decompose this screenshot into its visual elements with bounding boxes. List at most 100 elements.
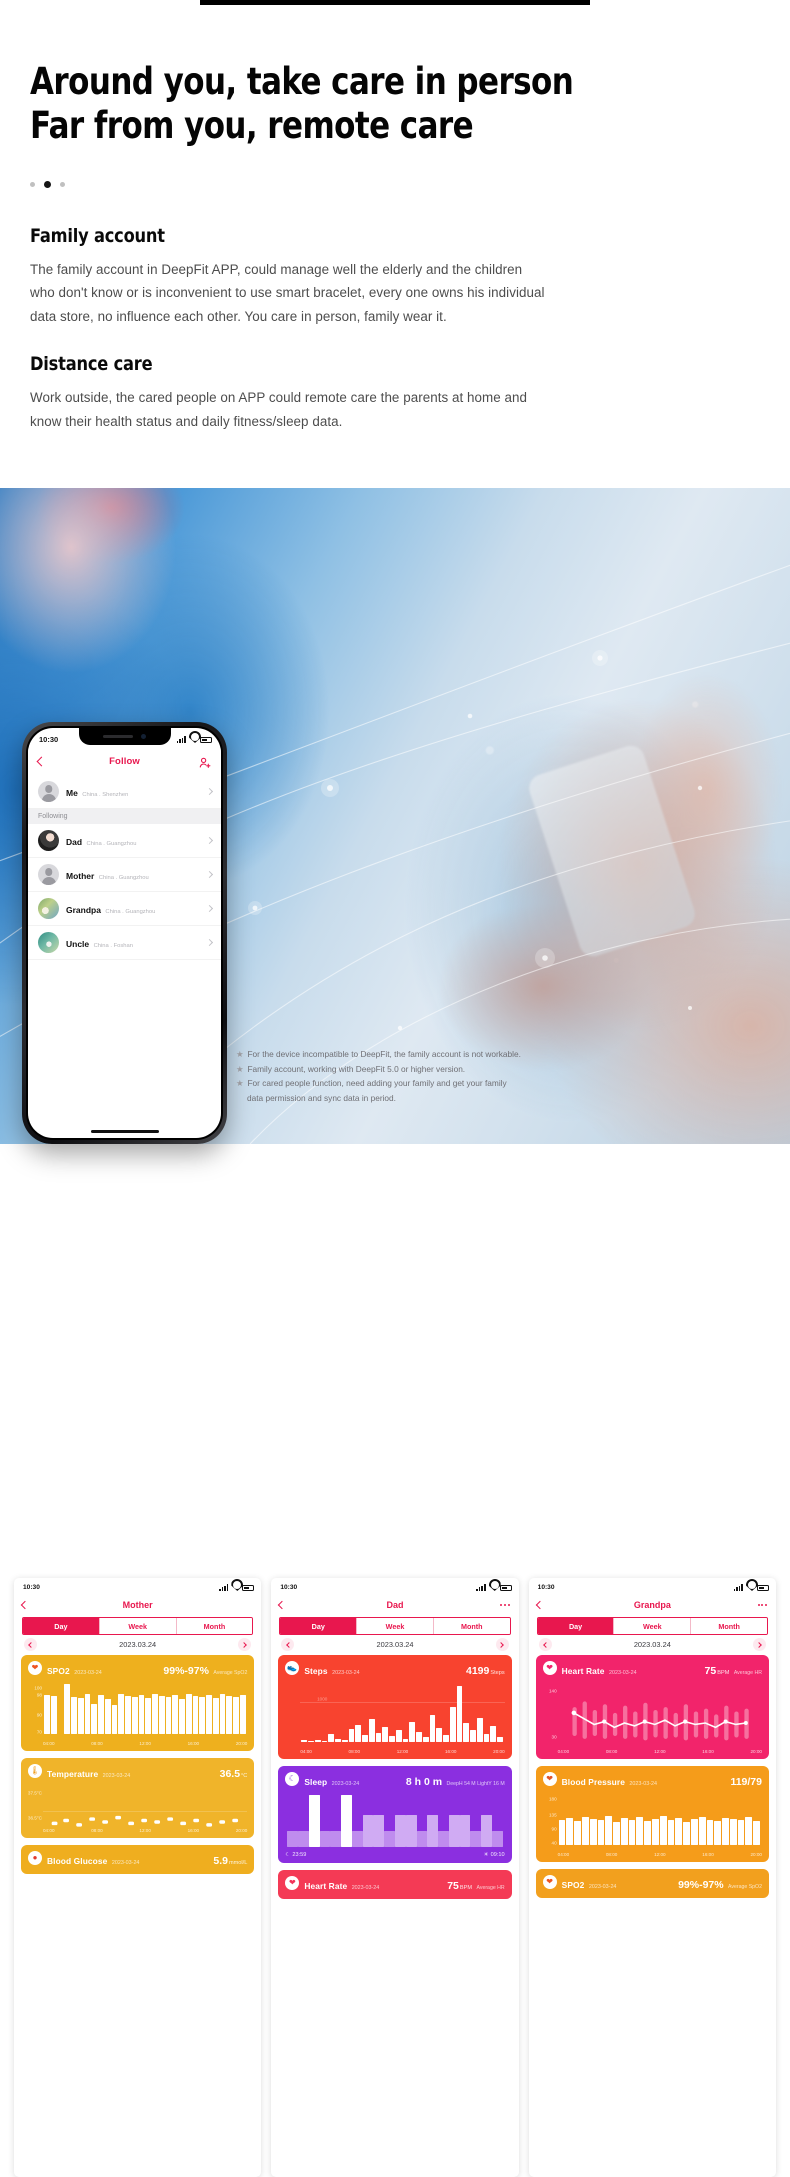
chevron-right-icon bbox=[205, 787, 214, 796]
prev-day-button[interactable] bbox=[281, 1638, 295, 1651]
metric-card-blood-glucose[interactable]: ● Blood Glucose 2023-03-24 5.9mmol/L bbox=[21, 1845, 255, 1874]
add-user-icon[interactable] bbox=[199, 756, 211, 768]
nav-bar: Grandpa bbox=[529, 1595, 776, 1615]
y-axis: 140 30 bbox=[543, 1684, 558, 1742]
tab-week[interactable]: Week bbox=[357, 1618, 434, 1634]
section-body-distance-care: Work outside, the cared people on APP co… bbox=[30, 390, 527, 429]
signal-icon bbox=[733, 1584, 743, 1591]
tab-month[interactable]: Month bbox=[691, 1618, 767, 1634]
tab-month[interactable]: Month bbox=[176, 1618, 253, 1634]
tab-day[interactable]: Day bbox=[537, 1618, 615, 1634]
metric-card-heart-rate[interactable]: ❤ Heart Rate 2023-03-24 75BPM Average HR bbox=[278, 1870, 512, 1899]
mini-phone-dad: 10:30 Dad Day Week Month 2023.03.24 👟 St… bbox=[271, 1578, 519, 2177]
card-date: 2023-03-24 bbox=[588, 1884, 617, 1890]
signal-icon bbox=[476, 1584, 486, 1591]
spo2-icon: ❤ bbox=[28, 1661, 42, 1675]
metric-card-blood-pressure[interactable]: ❤ Blood Pressure 2023-03-24 119/79 180 1… bbox=[535, 1766, 769, 1862]
card-title: Heart Rate bbox=[304, 1881, 348, 1891]
next-day-button[interactable] bbox=[752, 1638, 766, 1651]
chart-footer: ☾ 23:59 ☀ 09:10 bbox=[285, 1852, 504, 1858]
x-tick: 12:00 bbox=[654, 1852, 666, 1857]
card-value-unit: Steps bbox=[490, 1670, 505, 1676]
list-item-me[interactable]: Me China . Shenzhen bbox=[28, 775, 221, 809]
status-bar: 10:30 bbox=[14, 1578, 261, 1595]
period-segmented-control[interactable]: Day Week Month bbox=[279, 1617, 511, 1635]
footnote-text-continued: data permission and sync data in period. bbox=[247, 1092, 396, 1103]
period-segmented-control[interactable]: Day Week Month bbox=[22, 1617, 254, 1635]
status-time: 10:30 bbox=[23, 1584, 40, 1591]
hr-series bbox=[571, 1701, 749, 1741]
more-options-icon[interactable] bbox=[500, 1604, 510, 1606]
chart-blood-pressure: 180 135 90 40 04:00 08:00 12:00 16:00 20… bbox=[543, 1795, 762, 1858]
pressure-icon: ❤ bbox=[542, 1772, 557, 1786]
bullet-star-icon: ★ bbox=[236, 1063, 244, 1074]
x-tick: 16:00 bbox=[702, 1852, 714, 1857]
member-location: China . Guangzhou bbox=[98, 874, 149, 881]
x-tick: 08:00 bbox=[605, 1749, 618, 1754]
list-item[interactable]: Grandpa China . Guangzhou bbox=[28, 892, 221, 926]
list-item[interactable]: Mother China . Guangzhou bbox=[28, 858, 221, 892]
nav-bar: Mother bbox=[14, 1595, 261, 1615]
avatar bbox=[38, 898, 59, 919]
next-day-button[interactable] bbox=[495, 1638, 509, 1651]
status-time: 10:30 bbox=[39, 735, 59, 744]
battery-icon bbox=[200, 736, 212, 743]
card-value: 8 h 0 m bbox=[405, 1776, 443, 1788]
nav-bar: Dad bbox=[271, 1595, 518, 1615]
metric-card-spo2[interactable]: ❤ SPO2 2023-03-24 99%-97% Average SpO2 bbox=[535, 1869, 769, 1898]
carousel-dot-1[interactable] bbox=[30, 182, 35, 188]
prev-day-button[interactable] bbox=[24, 1638, 37, 1651]
tab-week[interactable]: Week bbox=[99, 1618, 177, 1634]
carousel-dots[interactable] bbox=[30, 179, 760, 191]
bar-series bbox=[558, 1795, 760, 1845]
footnote-text: For cared people function, need adding y… bbox=[247, 1078, 507, 1089]
list-item[interactable]: Dad China . Guangzhou bbox=[28, 824, 221, 858]
phone-notch bbox=[78, 728, 171, 745]
avatar bbox=[38, 830, 59, 851]
status-bar: 10:30 bbox=[271, 1578, 518, 1595]
card-date: 2023-03-24 bbox=[629, 1781, 657, 1787]
y-tick: 30 bbox=[551, 1734, 557, 1740]
next-day-button[interactable] bbox=[238, 1638, 252, 1651]
wifi-icon bbox=[489, 1584, 497, 1591]
metric-card-spo2[interactable]: ❤ SPO2 2023-03-24 99%-97% Average SpO2 1… bbox=[21, 1655, 255, 1751]
x-tick: 16:00 bbox=[187, 1741, 200, 1746]
page-title: Around you, take care in person Far from… bbox=[30, 60, 574, 148]
metric-card-heart-rate[interactable]: ❤ Heart Rate 2023-03-24 75BPM Average HR… bbox=[535, 1655, 769, 1759]
x-tick: 04:00 bbox=[43, 1828, 55, 1833]
prev-day-button[interactable] bbox=[538, 1638, 552, 1651]
period-segmented-control[interactable]: Day Week Month bbox=[536, 1617, 768, 1635]
metric-card-temperature[interactable]: 🌡 Temperature 2023-03-24 36.5°C 37.5°C 3… bbox=[21, 1758, 255, 1838]
x-tick: 04:00 bbox=[557, 1852, 570, 1857]
sleep-start-time: 23:59 bbox=[292, 1852, 307, 1858]
tab-day[interactable]: Day bbox=[23, 1618, 100, 1634]
tab-week[interactable]: Week bbox=[614, 1618, 692, 1634]
card-value: 36.5 bbox=[219, 1768, 241, 1780]
card-date: 2023-03-24 bbox=[74, 1670, 102, 1676]
card-unit: Average SpO2 bbox=[728, 1884, 762, 1890]
card-title: Sleep bbox=[304, 1777, 328, 1787]
card-value: 99%-97% bbox=[163, 1665, 209, 1677]
battery-icon bbox=[242, 1584, 255, 1591]
more-options-icon[interactable] bbox=[757, 1604, 767, 1606]
y-tick: 37.5°C bbox=[27, 1790, 42, 1796]
sleep-end-time: 09:10 bbox=[490, 1852, 505, 1858]
footnote-item: ★ Family account, working with DeepFit 5… bbox=[236, 1062, 576, 1077]
tab-month[interactable]: Month bbox=[433, 1618, 510, 1634]
list-item[interactable]: Uncle China . Foshan bbox=[28, 926, 221, 960]
battery-icon bbox=[499, 1584, 512, 1591]
metric-card-steps[interactable]: 👟 Steps 2023-03-24 4199Steps 1000 04:00 … bbox=[278, 1655, 512, 1759]
metric-card-list: 👟 Steps 2023-03-24 4199Steps 1000 04:00 … bbox=[271, 1655, 518, 2177]
chart-temperature: 37.5°C 36.5°C 04:00 08:00 12:00 16:00 20… bbox=[27, 1787, 248, 1833]
carousel-dot-2-active[interactable] bbox=[44, 181, 51, 189]
section-heading-distance-care: Distance care bbox=[30, 353, 153, 376]
carousel-dot-3[interactable] bbox=[60, 182, 65, 188]
status-time: 10:30 bbox=[537, 1584, 555, 1591]
phone-bezel: 10:30 Follow Me China . Shenzhen Followi… bbox=[26, 726, 223, 1140]
metric-card-sleep[interactable]: ☾ Sleep 2023-03-24 8 h 0 m DeepH 54 M Li… bbox=[278, 1766, 512, 1863]
card-title: SPO2 bbox=[561, 1880, 585, 1890]
speaker-grille-icon bbox=[103, 735, 133, 738]
tab-day[interactable]: Day bbox=[280, 1618, 358, 1634]
x-tick: 04:00 bbox=[300, 1749, 312, 1754]
nav-title: Follow bbox=[109, 756, 140, 767]
